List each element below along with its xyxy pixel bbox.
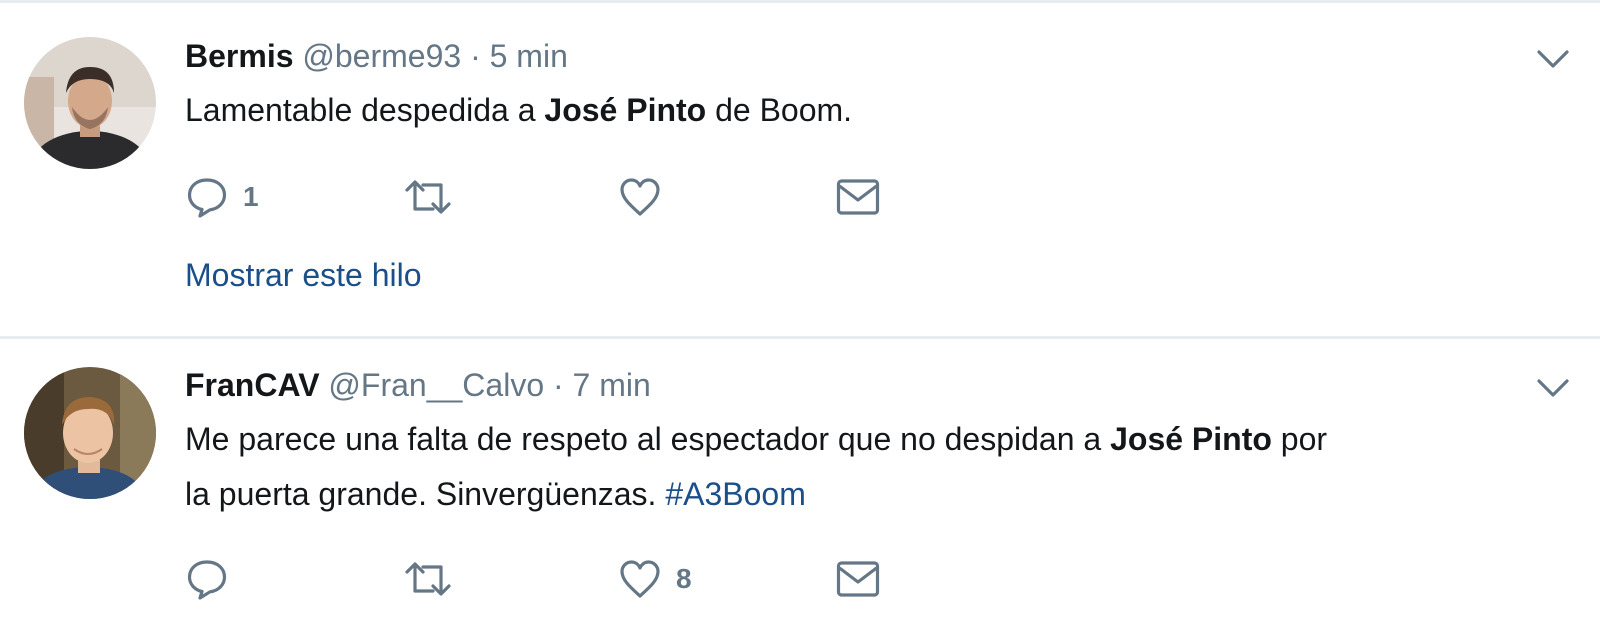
- envelope-icon: [835, 557, 881, 601]
- retweet-button[interactable]: [403, 557, 467, 601]
- show-thread-link[interactable]: Mostrar este hilo: [185, 255, 422, 295]
- reply-icon: [185, 175, 229, 219]
- text-segment: la puerta grande. Sinvergüenzas.: [185, 476, 666, 512]
- timestamp[interactable]: 5 min: [490, 38, 568, 74]
- display-name[interactable]: FranCAV: [185, 367, 320, 403]
- envelope-icon: [835, 175, 881, 219]
- retweet-icon: [403, 557, 453, 601]
- heart-icon: [618, 557, 662, 601]
- tweet[interactable]: FranCAV @Fran__Calvo · 7 min Me parece u…: [0, 339, 1600, 621]
- tweet-header: Bermis @berme93 · 5 min: [185, 36, 568, 76]
- text-segment: por: [1271, 421, 1328, 457]
- separator: ·: [553, 367, 564, 403]
- like-button[interactable]: 8: [618, 557, 692, 601]
- tweet-text: Lamentable despedida a José Pinto de Boo…: [185, 83, 852, 138]
- chevron-down-icon[interactable]: [1535, 376, 1571, 400]
- reply-icon: [185, 557, 229, 601]
- avatar[interactable]: [24, 37, 156, 169]
- user-handle[interactable]: @Fran__Calvo: [328, 367, 544, 403]
- direct-message-button[interactable]: [835, 175, 881, 219]
- separator: ·: [470, 38, 481, 74]
- like-count: 8: [676, 563, 692, 594]
- heart-icon: [618, 175, 662, 219]
- tweet-actions: 8: [185, 557, 905, 601]
- retweet-button[interactable]: [403, 175, 467, 219]
- reply-button[interactable]: [185, 557, 243, 601]
- avatar[interactable]: [24, 367, 156, 499]
- text-segment: Me parece una falta de respeto al espect…: [185, 421, 1111, 457]
- tweet-header: FranCAV @Fran__Calvo · 7 min: [185, 365, 651, 405]
- reply-button[interactable]: 1: [185, 175, 259, 219]
- hashtag-link[interactable]: #A3Boom: [665, 476, 806, 512]
- text-segment: Lamentable despedida a: [185, 92, 545, 128]
- text-segment: de Boom.: [706, 92, 853, 128]
- retweet-icon: [403, 175, 453, 219]
- text-line: Me parece una falta de respeto al espect…: [185, 412, 1327, 467]
- like-button[interactable]: [618, 175, 676, 219]
- direct-message-button[interactable]: [835, 557, 881, 601]
- tweet-text: Me parece una falta de respeto al espect…: [185, 412, 1327, 522]
- timestamp[interactable]: 7 min: [573, 367, 651, 403]
- display-name[interactable]: Bermis: [185, 38, 294, 74]
- reply-count: 1: [243, 181, 259, 212]
- mention-name: José Pinto: [1110, 421, 1272, 457]
- tweet[interactable]: Bermis @berme93 · 5 min Lamentable despe…: [0, 3, 1600, 336]
- text-line: la puerta grande. Sinvergüenzas. #A3Boom: [185, 467, 1327, 522]
- tweet-actions: 1: [185, 175, 905, 219]
- mention-name: José Pinto: [544, 92, 707, 128]
- chevron-down-icon[interactable]: [1535, 47, 1571, 71]
- user-handle[interactable]: @berme93: [302, 38, 461, 74]
